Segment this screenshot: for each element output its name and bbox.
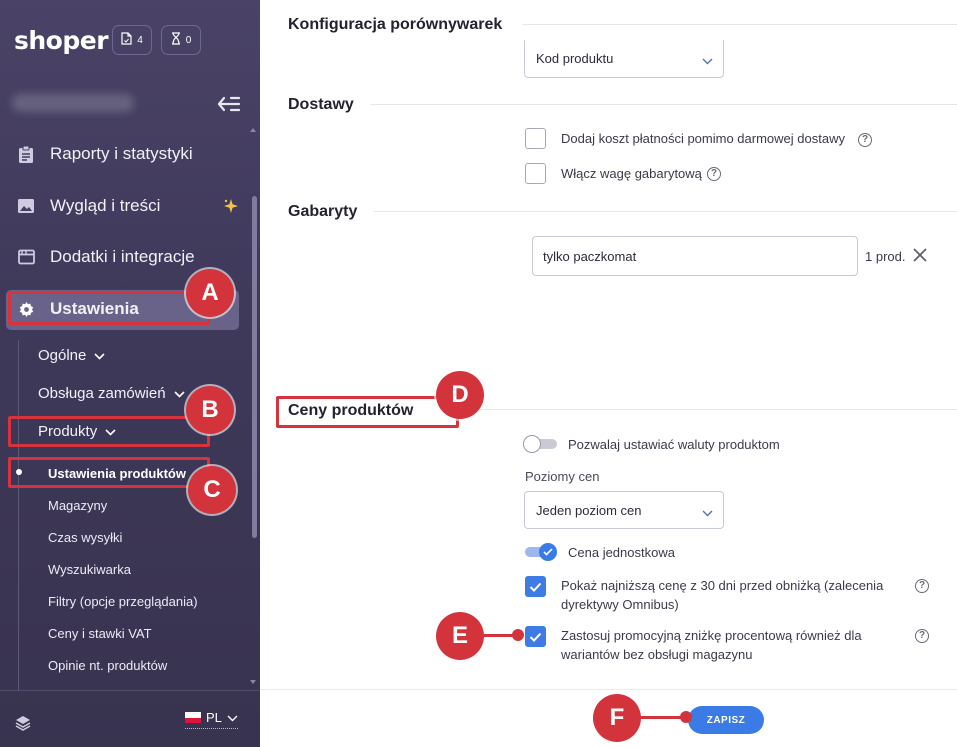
- section-divider: [522, 24, 957, 25]
- subsubmenu-item-prices-vat[interactable]: Ceny i stawki VAT: [48, 626, 152, 641]
- unit-price-toggle[interactable]: [525, 543, 557, 561]
- payment-cost-checkbox[interactable]: [525, 128, 546, 149]
- shoper-logo[interactable]: shoper: [14, 26, 109, 55]
- chevron-down-icon: [174, 385, 185, 402]
- section-divider: [370, 104, 957, 105]
- annotation-connector-f: [632, 716, 686, 719]
- toggle-knob: [523, 435, 541, 453]
- unit-price-label: Cena jednostkowa: [568, 545, 675, 560]
- annotation-box-d: [276, 396, 459, 428]
- omnibus-label-line: Pokaż najniższą cenę z 30 dni przed obni…: [561, 578, 884, 593]
- section-title-dimensions: Gabaryty: [288, 203, 358, 220]
- annotation-box-b: [8, 416, 210, 447]
- subsubmenu-item-filters[interactable]: Filtry (opcje przeglądania): [48, 594, 198, 609]
- annotation-dot-f: [680, 711, 692, 723]
- collapse-sidebar-icon[interactable]: [216, 94, 242, 114]
- select-value: Kod produktu: [536, 51, 614, 66]
- submenu-label: Obsługa zamówień: [38, 385, 166, 402]
- price-levels-select[interactable]: Jeden poziom cen: [524, 491, 724, 529]
- pending-badge[interactable]: 0: [161, 25, 201, 55]
- scroll-up-arrow[interactable]: [250, 128, 256, 132]
- image-icon: [16, 196, 36, 216]
- promo-label-line: Zastosuj promocyjną zniżkę procentową ró…: [561, 628, 862, 643]
- help-icon[interactable]: ?: [915, 579, 929, 593]
- currency-toggle-label: Pozwalaj ustawiać waluty produktom: [568, 437, 780, 452]
- menu-item-label: Wygląd i treści: [50, 196, 161, 215]
- subsubmenu-item-reviews[interactable]: Opinie nt. produktów: [48, 658, 167, 673]
- subsubmenu-item-search[interactable]: Wyszukiwarka: [48, 562, 131, 577]
- shop-name-blurred: [12, 94, 134, 112]
- annotation-marker-c: C: [188, 466, 236, 514]
- promo-discount-label: Zastosuj promocyjną zniżkę procentową ró…: [561, 626, 862, 664]
- save-button[interactable]: ZAPISZ: [688, 706, 764, 734]
- promo-label-line: wariantów bez obsługi magazynu: [561, 647, 753, 662]
- help-icon[interactable]: ?: [915, 629, 929, 643]
- document-icon: [121, 32, 132, 48]
- sidebar: shoper 4 0 Raporty i statystyki Wygląd i…: [0, 0, 260, 747]
- submenu-item-orders[interactable]: Obsługa zamówień: [38, 385, 185, 402]
- chevron-down-icon: [227, 710, 238, 725]
- dimensional-weight-checkbox[interactable]: [525, 163, 546, 184]
- language-label: PL: [206, 710, 222, 725]
- chevron-down-icon: [94, 347, 105, 364]
- close-icon[interactable]: [912, 247, 928, 268]
- section-divider: [456, 409, 957, 410]
- input-value: tylko paczkomat: [543, 248, 637, 264]
- window-icon: [16, 247, 36, 267]
- toggle-knob: [539, 543, 557, 561]
- price-levels-label: Poziomy cen: [525, 469, 600, 484]
- dimension-input[interactable]: tylko paczkomat: [532, 236, 858, 276]
- layers-icon[interactable]: [14, 714, 32, 737]
- promo-discount-checkbox[interactable]: [525, 626, 546, 647]
- omnibus-checkbox[interactable]: [525, 576, 546, 597]
- documents-count: 4: [137, 34, 143, 46]
- annotation-box-a: [8, 291, 210, 325]
- poland-flag-icon: [185, 712, 201, 723]
- submenu-item-general[interactable]: Ogólne: [38, 347, 105, 364]
- subsubmenu-item-shipping-time[interactable]: Czas wysyłki: [48, 530, 122, 545]
- help-icon[interactable]: ?: [858, 133, 872, 147]
- menu-item-appearance[interactable]: Wygląd i treści: [16, 191, 160, 221]
- annotation-marker-b: B: [186, 386, 234, 434]
- sidebar-scrollbar[interactable]: [252, 196, 257, 538]
- product-count-label: 1 prod.: [865, 249, 906, 264]
- annotation-box-c: [8, 457, 210, 488]
- clipboard-icon: [16, 144, 36, 164]
- menu-item-label: Dodatki i integracje: [50, 247, 195, 266]
- subsubmenu-item-warehouses[interactable]: Magazyny: [48, 498, 107, 513]
- section-title-shipping: Dostawy: [288, 96, 354, 113]
- payment-cost-label: Dodaj koszt płatności pomimo darmowej do…: [561, 131, 845, 146]
- submenu-label: Ogólne: [38, 347, 87, 364]
- section-title-comparison: Konfiguracja porównywarek: [288, 16, 503, 33]
- scroll-down-arrow[interactable]: [250, 680, 256, 684]
- language-selector[interactable]: PL: [185, 710, 238, 729]
- menu-item-reports[interactable]: Raporty i statystyki: [16, 139, 193, 169]
- annotation-dot-e: [512, 629, 524, 641]
- help-icon[interactable]: ?: [707, 167, 721, 181]
- annotation-marker-d: D: [436, 371, 484, 419]
- annotation-marker-a: A: [186, 269, 234, 317]
- documents-badge[interactable]: 4: [112, 25, 152, 55]
- hourglass-icon: [171, 32, 181, 48]
- currency-toggle[interactable]: [523, 435, 557, 453]
- submenu-guide-line: [18, 340, 19, 690]
- omnibus-label-line: dyrektywy Omnibus): [561, 597, 679, 612]
- chevron-down-icon: [702, 505, 713, 520]
- section-divider: [374, 211, 957, 212]
- menu-item-label: Raporty i statystyki: [50, 144, 193, 163]
- comparison-select[interactable]: Kod produktu: [524, 40, 724, 78]
- pending-count: 0: [185, 34, 192, 46]
- sparkle-icon: [222, 197, 240, 220]
- main-content: Konfiguracja porównywarek Kod produktu D…: [260, 0, 957, 747]
- menu-item-addons[interactable]: Dodatki i integracje: [16, 242, 195, 272]
- select-value: Jeden poziom cen: [536, 502, 642, 518]
- chevron-down-icon: [702, 53, 713, 68]
- omnibus-label: Pokaż najniższą cenę z 30 dni przed obni…: [561, 576, 883, 614]
- dimensional-weight-label: Włącz wagę gabarytową: [561, 166, 702, 181]
